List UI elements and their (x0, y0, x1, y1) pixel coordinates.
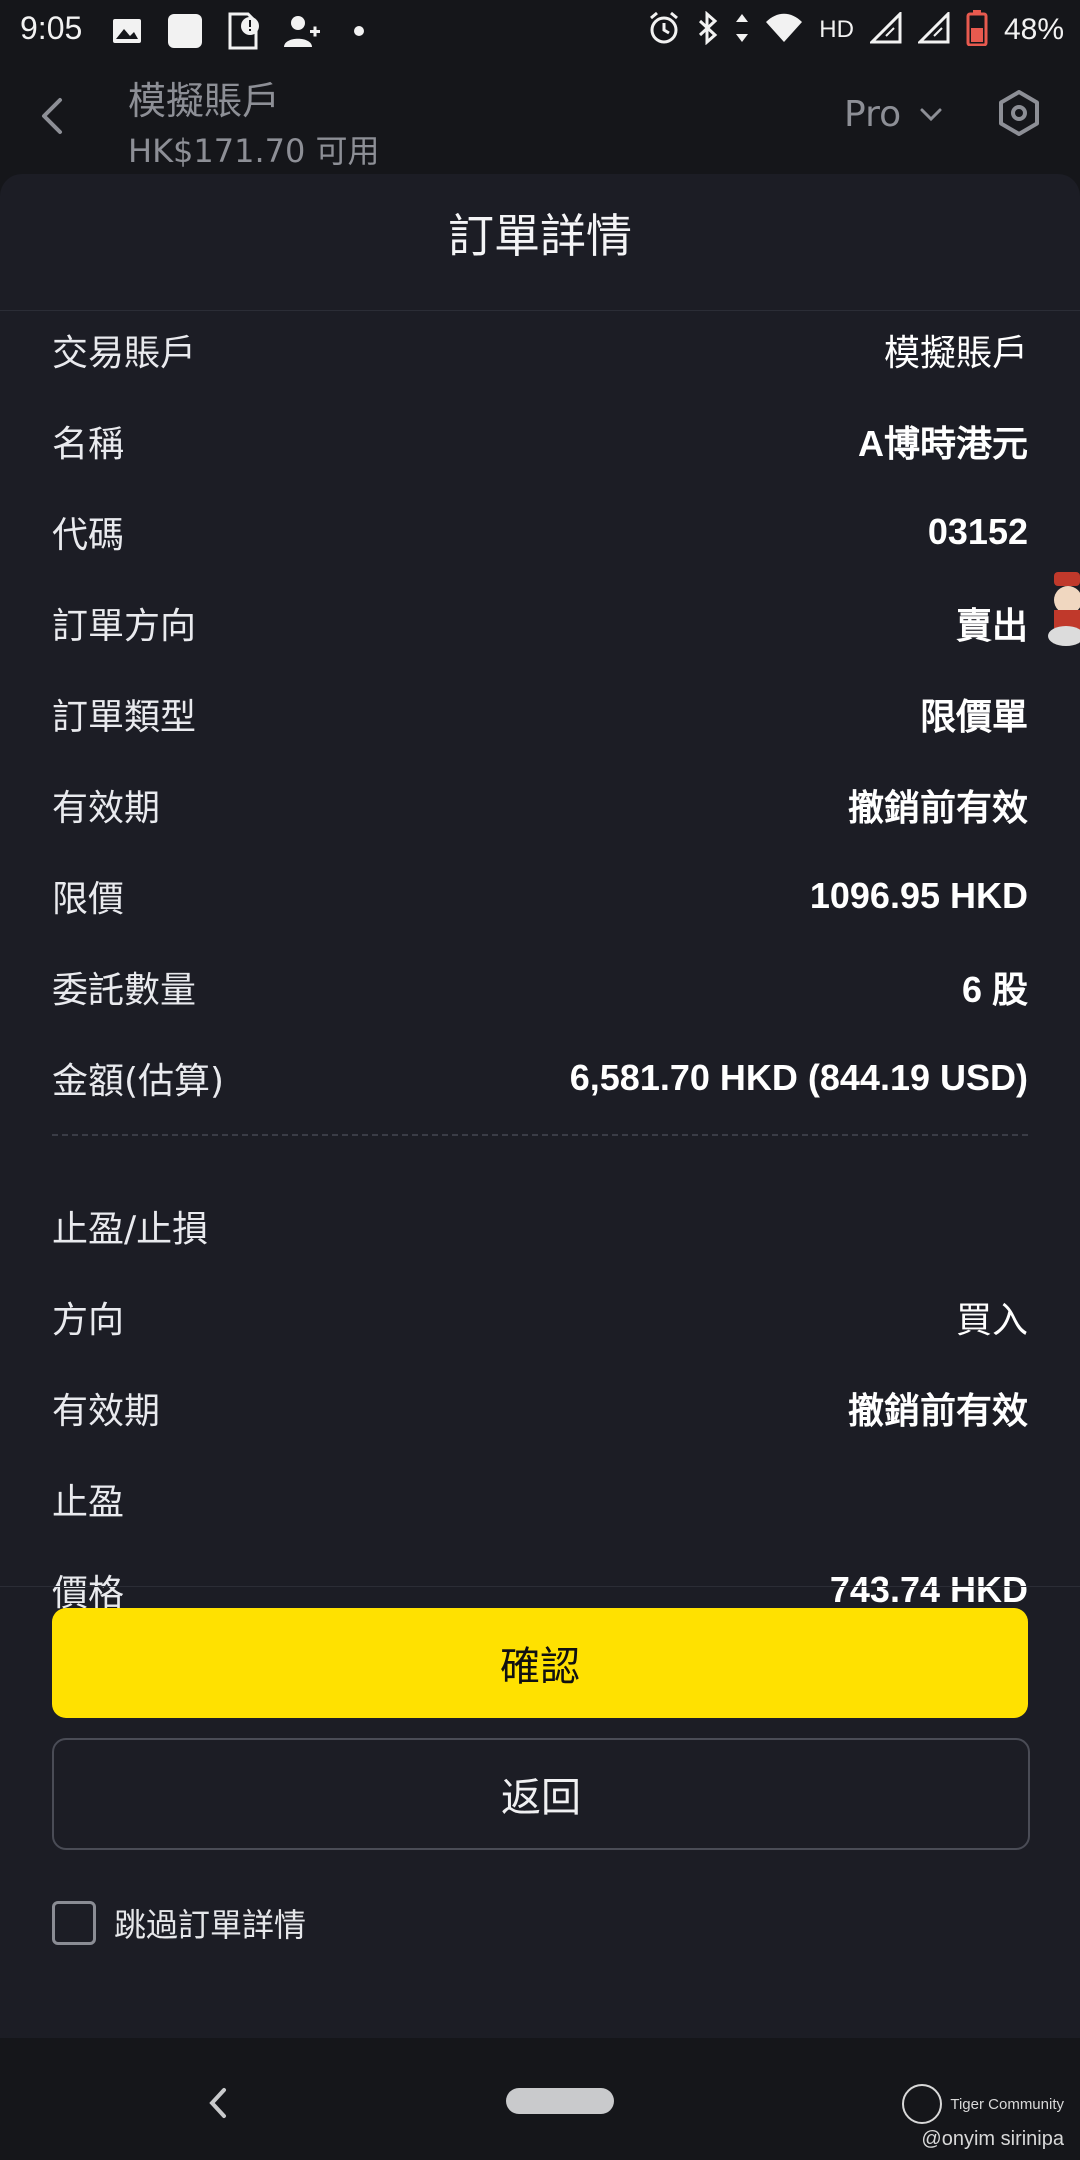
row-label: 限價 (52, 879, 125, 920)
battery-percent: 48% (1003, 13, 1064, 46)
row-label: 代碼 (52, 515, 125, 556)
nav-back-icon[interactable] (206, 2086, 230, 2124)
square-icon (166, 12, 204, 50)
row-label: 止盈 (52, 1482, 125, 1523)
row-label: 方向 (52, 1300, 125, 1341)
tp-sl-section-header: 止盈/止損 (52, 1196, 1028, 1256)
nav-home-pill[interactable] (506, 2088, 614, 2114)
detail-row-order-type: 訂單類型 限價單 (52, 684, 1028, 744)
available-balance: HK$171.70 可用 (128, 132, 380, 170)
detail-row-limit-price: 限價 1096.95 HKD (52, 866, 1028, 926)
dot-icon (340, 12, 378, 50)
row-value: 6 股 (961, 969, 1028, 1010)
row-label: 委託數量 (52, 970, 197, 1011)
skip-order-details-toggle[interactable]: 跳過訂單詳情 (52, 1900, 306, 1946)
row-label: 有效期 (52, 788, 161, 829)
signal-icon (868, 10, 902, 48)
signal-icon (916, 10, 950, 48)
watermark-user: @onyim sirinipa (921, 2128, 1064, 2150)
person-add-icon (282, 12, 320, 50)
row-value: 模擬賬戶 (883, 333, 1028, 374)
status-bar: 9:05 HD 48% (0, 0, 1080, 64)
row-value: 743.74 HKD (829, 1569, 1028, 1610)
skip-checkbox[interactable] (52, 1901, 96, 1945)
detail-row-account: 交易賬戶 模擬賬戶 (52, 320, 1028, 380)
divider (0, 1586, 1080, 1587)
row-value: 6,581.70 HKD (844.19 USD) (569, 1057, 1028, 1098)
detail-row-tp-validity: 有效期 撤銷前有效 (52, 1378, 1028, 1438)
status-time: 9:05 (20, 10, 83, 46)
mode-label: Pro (844, 94, 902, 135)
system-nav-bar: Tiger Community @onyim sirinipa (0, 2038, 1080, 2160)
app-header: 模擬賬戶 HK$171.70 可用 Pro (0, 64, 1080, 174)
chevron-down-icon (920, 108, 942, 121)
row-label: 訂單類型 (52, 697, 197, 738)
divider (0, 310, 1080, 311)
row-value: 03152 (927, 511, 1028, 552)
row-value: 撤銷前有效 (847, 1390, 1028, 1431)
back-button[interactable]: 返回 (52, 1738, 1030, 1850)
system-icons: HD 48% (647, 10, 1064, 50)
detail-row-quantity: 委託數量 6 股 (52, 957, 1028, 1017)
row-label: 有效期 (52, 1391, 161, 1432)
tiger-logo-icon (902, 2084, 943, 2124)
row-label: 交易賬戶 (52, 333, 197, 374)
dashed-divider (52, 1134, 1028, 1136)
skip-checkbox-label: 跳過訂單詳情 (114, 1906, 307, 1944)
detail-row-direction: 訂單方向 賣出 (52, 593, 1028, 653)
detail-row-name: 名稱 A博時港元 (52, 411, 1028, 471)
row-value: 限價單 (919, 696, 1028, 737)
row-value: 1096.95 HKD (809, 875, 1028, 916)
row-label: 名稱 (52, 424, 125, 465)
confirm-button[interactable]: 確認 (52, 1608, 1028, 1718)
row-value: 撤銷前有效 (847, 787, 1028, 828)
row-label: 訂單方向 (52, 606, 197, 647)
data-arrows-icon (735, 13, 749, 47)
network-type: HD (819, 16, 854, 43)
row-value: A博時港元 (858, 423, 1028, 464)
battery-icon (966, 10, 988, 50)
notification-icons (108, 12, 378, 50)
order-details-sheet: 訂單詳情 交易賬戶 模擬賬戶 名稱 A博時港元 代碼 03152 訂單方向 賣出… (0, 174, 1080, 2038)
watermark: Tiger Community @onyim sirinipa (902, 2084, 1064, 2151)
detail-row-code: 代碼 03152 (52, 502, 1028, 562)
mode-selector[interactable]: Pro (844, 94, 943, 135)
row-value: 買入 (955, 1300, 1028, 1341)
back-arrow-icon[interactable] (30, 92, 78, 140)
order-details-list[interactable]: 交易賬戶 模擬賬戶 名稱 A博時港元 代碼 03152 訂單方向 賣出 訂單類型… (0, 312, 1080, 1762)
row-label: 金額(估算) (52, 1061, 225, 1102)
row-value: 賣出 (955, 605, 1028, 646)
settings-icon[interactable] (996, 90, 1042, 136)
account-name: 模擬賬戶 (128, 79, 281, 123)
mascot-sticker-icon[interactable] (1040, 570, 1080, 648)
detail-row-validity: 有效期 撤銷前有效 (52, 775, 1028, 835)
section-label: 止盈/止損 (52, 1209, 209, 1250)
watermark-brand: Tiger Community (950, 2095, 1064, 2113)
wifi-icon (765, 13, 803, 47)
alarm-icon (647, 11, 681, 49)
image-icon (108, 12, 146, 50)
detail-row-amount: 金額(估算) 6,581.70 HKD (844.19 USD) (52, 1048, 1028, 1108)
detail-row-tp-direction: 方向 買入 (52, 1287, 1028, 1347)
take-profit-header: 止盈 (52, 1469, 1028, 1529)
sim-alert-icon (224, 12, 262, 50)
bluetooth-icon (697, 10, 719, 49)
sheet-title: 訂單詳情 (448, 209, 632, 263)
